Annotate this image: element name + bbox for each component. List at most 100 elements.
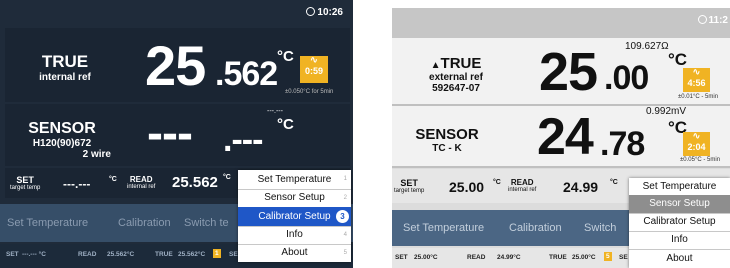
footer-read-value: 25.562°C: [107, 251, 135, 258]
wave-icon: ∿: [692, 67, 701, 78]
sensor-label: SENSOR: [28, 120, 96, 137]
menu-item-sensor-setup[interactable]: Sensor Setup 2: [238, 189, 351, 208]
stability-badge: ∿ 0:59: [300, 56, 328, 83]
sensor-raw-value: ---.---: [267, 108, 283, 115]
footer-stability-badge: 5: [604, 252, 612, 261]
sensor-label: SENSOR: [415, 126, 479, 143]
true-label: ▲TRUE: [430, 55, 482, 72]
sensor-sublabel-1: H120(90)672: [32, 138, 92, 149]
true-sublabel-2: 592647-07: [432, 83, 480, 94]
footer-stability-badge: 1: [213, 249, 221, 258]
stability-badge: ∿ 2:04: [683, 132, 710, 156]
true-label: TRUE: [41, 52, 89, 71]
wave-icon: ∿: [692, 131, 701, 142]
true-unit: °C: [668, 50, 688, 69]
read-value: 25.562: [172, 174, 218, 191]
set-label: SET: [16, 175, 34, 185]
footer-set-label: SET: [395, 254, 408, 261]
nav-calibration[interactable]: Calibration: [509, 222, 562, 234]
set-value[interactable]: 25.00: [449, 179, 484, 195]
nav-switch[interactable]: Switch: [584, 222, 616, 234]
status-clock: 11:2: [697, 15, 728, 26]
menu-item-about[interactable]: About 5: [238, 244, 351, 262]
popup-menu: Set Temperature 1 Sensor Setup 2 Calibrato…: [238, 170, 351, 262]
read-sublabel: internal ref: [508, 187, 537, 193]
menu-item-info[interactable]: Info: [629, 231, 730, 250]
set-label: SET: [400, 178, 418, 188]
set-sublabel: target temp: [10, 185, 41, 191]
nav-switch[interactable]: Switch te: [184, 217, 229, 229]
menu-item-sensor-setup[interactable]: Sensor Setup: [629, 195, 730, 214]
footer-read-label: READ: [467, 254, 486, 261]
stability-timer: 0:59: [304, 66, 323, 76]
footer-read-label: READ: [78, 251, 97, 258]
sensor-raw-value: 0.992mV: [646, 106, 687, 117]
menu-item-about[interactable]: About: [629, 249, 730, 268]
menu-item-set-temperature[interactable]: Set Temperature: [629, 178, 730, 196]
sensor-reading-panel[interactable]: SENSOR H120(90)672 2 wire --- .--- ---.-…: [5, 104, 350, 166]
sensor-value-integer: 24: [537, 108, 594, 166]
stability-criteria: ±0.05°C - 5min: [680, 157, 721, 163]
nav-calibration[interactable]: Calibration: [118, 217, 171, 229]
read-label: READ: [129, 175, 153, 184]
calibrator-screen-right: 11:2 ▲TRUE external ref 592647-07 109.62…: [392, 8, 730, 268]
read-unit: °C: [610, 179, 618, 186]
popup-menu: Set Temperature Sensor Setup Calibrator …: [629, 178, 730, 268]
sensor-value-dashes: ---: [147, 107, 193, 160]
true-reading-panel[interactable]: TRUE internal ref 25 .562 °C ∿ 0:59 ±0.0…: [5, 28, 350, 102]
stability-timer: 4:56: [687, 78, 706, 88]
true-value-integer: 25: [145, 34, 206, 97]
footer-true-value: 25.562°C: [178, 251, 206, 258]
footer-se-label: SE: [619, 254, 628, 261]
menu-item-calibrator-setup[interactable]: Calibrator Setup 3: [238, 207, 351, 227]
true-sublabel-1: external ref: [429, 72, 483, 83]
set-sublabel: target temp: [394, 188, 425, 194]
menu-item-info[interactable]: Info 4: [238, 226, 351, 245]
set-value[interactable]: ---.---: [63, 177, 90, 191]
triangle-up-icon: ▲: [430, 60, 441, 71]
footer-se-label: SE: [229, 251, 238, 258]
clock-icon: [306, 7, 316, 16]
true-unit: °C: [277, 48, 294, 65]
footer-set-value: 25.00°C: [414, 254, 438, 261]
true-value-integer: 25: [539, 42, 598, 102]
read-sublabel: internal ref: [127, 184, 156, 190]
header-bar: [392, 8, 730, 38]
stability-badge: ∿ 4:56: [683, 68, 710, 92]
read-label: READ: [510, 178, 534, 187]
calibrator-screen-left: 10:26 TRUE internal ref 25 .562 °C ∿ 0:5…: [0, 0, 353, 268]
read-unit: °C: [223, 174, 231, 181]
sensor-sublabel: TC - K: [432, 143, 462, 154]
stability-criteria: ±0.01°C - 5min: [678, 94, 719, 100]
menu-item-calibrator-setup[interactable]: Calibrator Setup: [629, 213, 730, 232]
footer-set-label: SET: [6, 251, 19, 258]
set-unit: °C: [493, 179, 501, 186]
stability-timer: 2:04: [687, 142, 706, 152]
nav-set-temperature[interactable]: Set Temperature: [403, 222, 484, 234]
set-unit: °C: [109, 176, 117, 183]
true-value-decimal: .00: [604, 59, 649, 97]
wave-icon: ∿: [309, 55, 319, 66]
menu-hotkey-badge: 3: [336, 210, 349, 223]
footer-true-label: TRUE: [549, 254, 567, 261]
footer-set-value: ---.--- °C: [22, 251, 46, 258]
clock-time: 10:26: [317, 7, 343, 18]
true-reading-panel[interactable]: ▲TRUE external ref 592647-07 109.627Ω 25…: [392, 38, 730, 106]
clock-icon: [697, 15, 707, 24]
clock-time: 11:2: [708, 15, 728, 26]
true-sublabel: internal ref: [39, 72, 91, 83]
true-raw-value: 109.627Ω: [625, 41, 669, 52]
sensor-sublabel-2: 2 wire: [82, 149, 111, 160]
footer-read-value: 24.99°C: [497, 254, 521, 261]
sensor-value-decimal: .78: [600, 125, 645, 163]
true-value-decimal: .562: [215, 55, 278, 93]
nav-set-temperature[interactable]: Set Temperature: [7, 217, 88, 229]
status-clock: 10:26: [306, 7, 343, 18]
footer-true-label: TRUE: [155, 251, 173, 258]
footer-true-value: 25.00°C: [572, 254, 596, 261]
stability-criteria: ±0.050°C for 5min: [285, 89, 334, 95]
sensor-reading-panel[interactable]: SENSOR TC - K 0.992mV 24 .78 °C ∿ 2:04 ±…: [392, 106, 730, 168]
menu-item-set-temperature[interactable]: Set Temperature 1: [238, 170, 351, 190]
sensor-unit: °C: [277, 116, 294, 133]
read-value: 24.99: [563, 179, 599, 195]
